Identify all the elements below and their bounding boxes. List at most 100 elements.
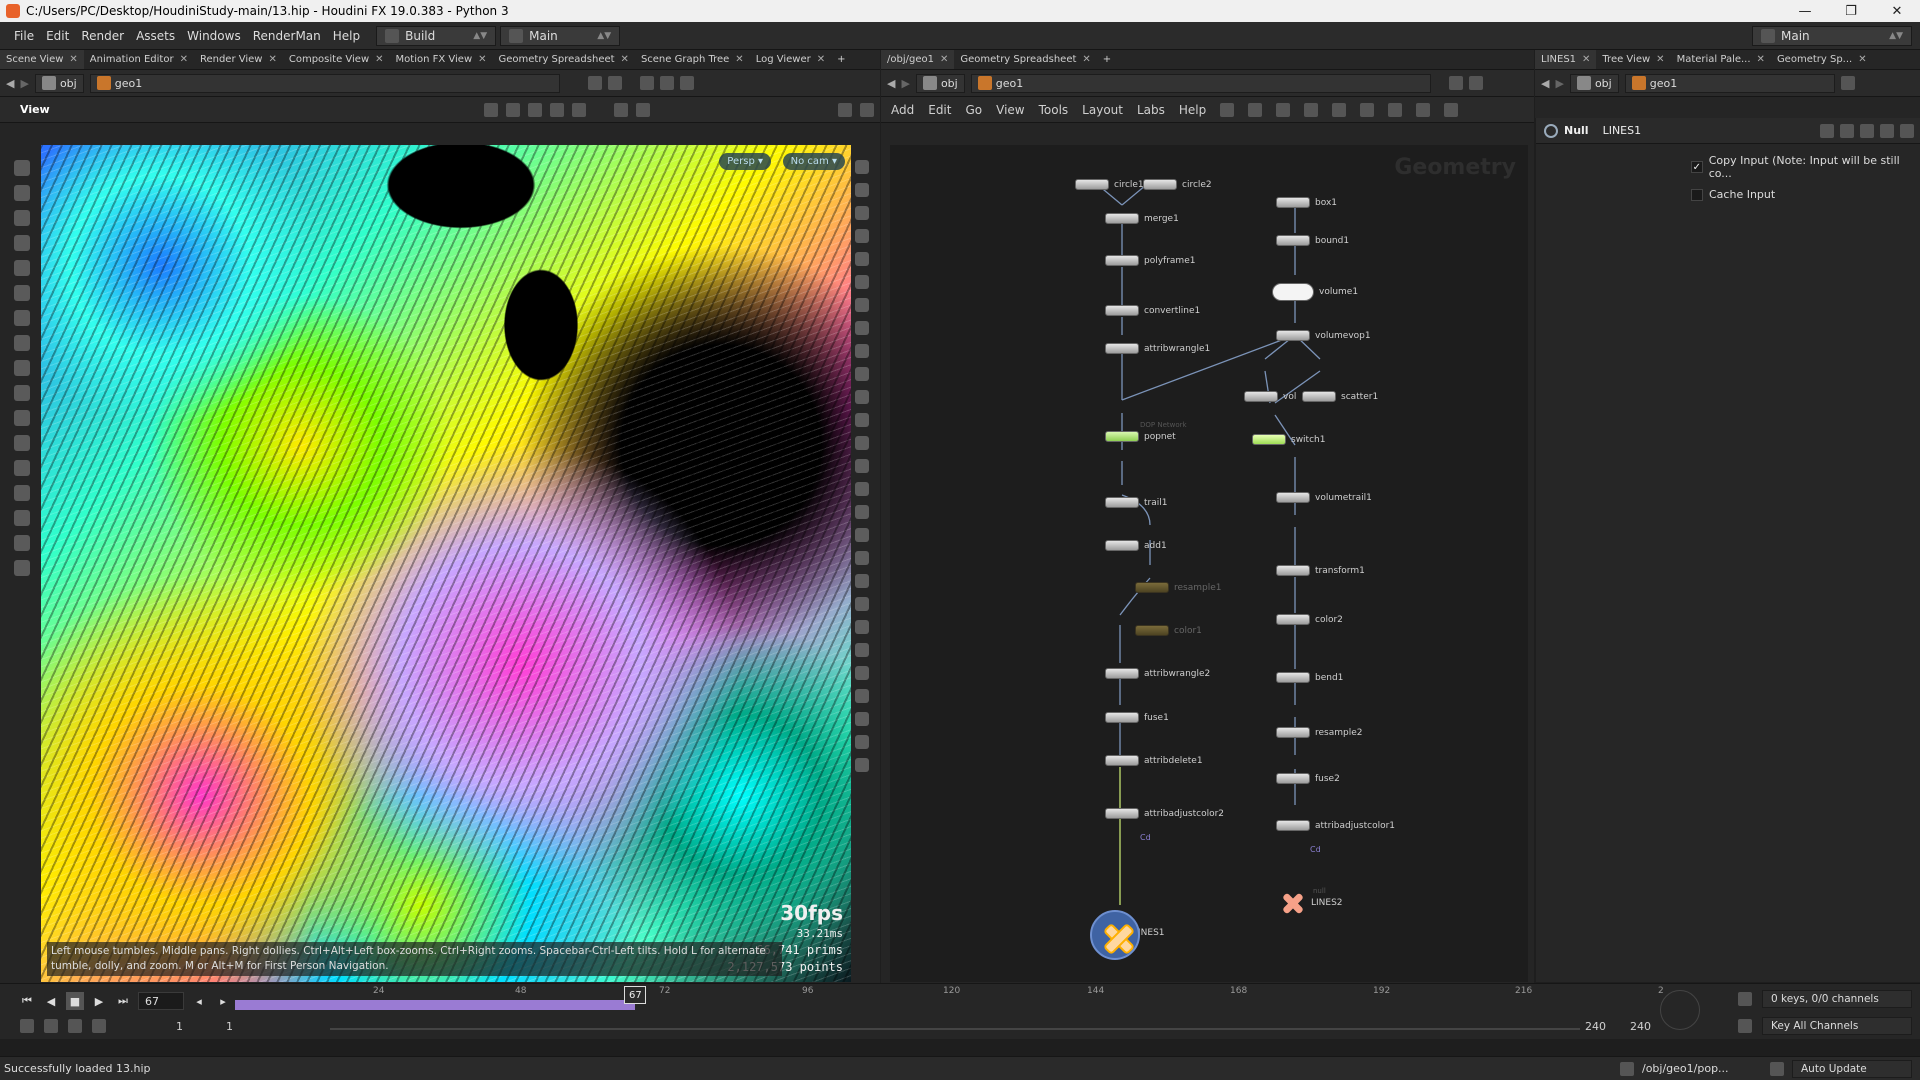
jump-start-icon[interactable]: ⏮ <box>18 992 36 1010</box>
hscript-icon[interactable] <box>1840 123 1854 138</box>
tree-icon[interactable] <box>1248 102 1263 117</box>
desktop-build-select[interactable]: Build ▲▼ <box>376 25 497 46</box>
desktop-main-select[interactable]: Main ▲▼ <box>500 25 621 46</box>
tool-pose-icon[interactable] <box>14 310 30 326</box>
node-attribdelete1[interactable]: attribdelete1 <box>1105 755 1203 766</box>
node-lines2[interactable]: LINES2 <box>1280 890 1343 916</box>
node-volume1[interactable]: volume1 <box>1272 283 1358 301</box>
node-volumetrail1[interactable]: volumetrail1 <box>1276 492 1372 503</box>
pin-icon[interactable] <box>587 76 602 90</box>
tab-render-view[interactable]: Render View ✕ <box>194 50 283 69</box>
help-icon-2[interactable] <box>1900 123 1914 138</box>
tab-geometry-spreadsheet-3[interactable]: Geometry Sp... ✕ <box>1771 50 1873 69</box>
step-forward-icon[interactable]: ▸ <box>214 992 232 1010</box>
tab-obj-geo1[interactable]: /obj/geo1 ✕ <box>881 50 955 69</box>
node-circle1[interactable]: circle1 <box>1075 179 1144 190</box>
timeline-ruler[interactable]: 24 48 72 96 120 144 168 192 216 2 67 <box>235 984 1665 1012</box>
layout-icon[interactable] <box>639 76 654 90</box>
tool-scale-icon[interactable] <box>14 235 30 251</box>
pin-icon-3[interactable] <box>1840 76 1855 90</box>
forward-icon-3[interactable]: ▶ <box>1555 77 1563 90</box>
node-bend1[interactable]: bend1 <box>1276 672 1343 683</box>
hatch-icon[interactable] <box>855 597 869 611</box>
path-obj-button-3[interactable]: obj <box>1569 73 1619 93</box>
tab-scene-graph-tree[interactable]: Scene Graph Tree ✕ <box>635 50 750 69</box>
menu-assets[interactable]: Assets <box>130 29 181 43</box>
node-fuse1[interactable]: fuse1 <box>1105 712 1169 723</box>
tool-handle-icon[interactable] <box>14 260 30 276</box>
node-trail1[interactable]: trail1 <box>1105 497 1167 508</box>
back-icon-3[interactable]: ◀ <box>1541 77 1549 90</box>
zoom-icon[interactable] <box>1416 102 1431 117</box>
menu-renderman[interactable]: RenderMan <box>247 29 327 43</box>
help-icon[interactable] <box>860 102 874 117</box>
corner-icon[interactable] <box>855 574 869 588</box>
template-icon[interactable] <box>855 390 869 404</box>
node-box1[interactable]: box1 <box>1276 197 1337 208</box>
net-menu-labs[interactable]: Labs <box>1137 103 1165 117</box>
ghost-icon[interactable] <box>855 275 869 289</box>
camera-icon[interactable] <box>659 76 674 90</box>
3d-viewport[interactable]: Persp ▾ No cam ▾ 30fps 33.21ms 66,741 pr… <box>41 145 851 982</box>
node-attribwrangle2[interactable]: attribwrangle2 <box>1105 668 1210 679</box>
loop-icon[interactable] <box>68 1019 82 1033</box>
pin-icon-2[interactable] <box>1448 76 1463 90</box>
node-transform1[interactable]: transform1 <box>1276 565 1365 576</box>
curve-icon[interactable] <box>855 459 869 473</box>
jump-end-icon[interactable]: ⏭ <box>114 992 132 1010</box>
prims-mode-icon[interactable] <box>550 102 564 117</box>
select-mode-icon[interactable] <box>484 102 498 117</box>
menu-edit[interactable]: Edit <box>40 29 75 43</box>
net-menu-add[interactable]: Add <box>891 103 914 117</box>
tab-composite-view[interactable]: Composite View ✕ <box>283 50 390 69</box>
range-start2-field[interactable]: 1 <box>226 1020 256 1033</box>
image-icon[interactable] <box>855 735 869 749</box>
stack-icon[interactable] <box>855 551 869 565</box>
vertices-mode-icon[interactable] <box>572 102 586 117</box>
tool-paint-icon[interactable] <box>14 435 30 451</box>
menu-windows[interactable]: Windows <box>181 29 247 43</box>
link-icon[interactable] <box>607 76 622 90</box>
tool-lasso-icon[interactable] <box>14 410 30 426</box>
tab-geometry-spreadsheet-2[interactable]: Geometry Spreadsheet ✕ <box>954 50 1096 69</box>
axis-icon[interactable] <box>855 689 869 703</box>
wrench-icon[interactable] <box>1220 102 1235 117</box>
backface-icon[interactable] <box>855 413 869 427</box>
auto-key-dial[interactable] <box>1660 990 1700 1030</box>
path-geo-button[interactable]: geo1 <box>89 73 560 93</box>
add-tab-button[interactable]: + <box>831 50 851 69</box>
tool-grid-icon[interactable] <box>14 510 30 526</box>
range-end2-field[interactable]: 240 <box>1630 1020 1651 1033</box>
path-obj-button[interactable]: obj <box>34 73 84 93</box>
wireframe-icon[interactable] <box>855 183 869 197</box>
persp-menu-button[interactable]: Persp ▾ <box>719 153 771 170</box>
tab-tree-view[interactable]: Tree View ✕ <box>1596 50 1670 69</box>
box-icon[interactable] <box>855 712 869 726</box>
net-menu-edit[interactable]: Edit <box>928 103 951 117</box>
info-icon[interactable] <box>1880 123 1894 138</box>
gear-icon[interactable] <box>1820 123 1834 138</box>
node-bound1[interactable]: bound1 <box>1276 235 1349 246</box>
tab-motion-fx-view[interactable]: Motion FX View ✕ <box>390 50 493 69</box>
tool-brush-icon[interactable] <box>14 335 30 351</box>
display-icon[interactable] <box>855 160 869 174</box>
normals-icon[interactable] <box>855 298 869 312</box>
node-convertline1[interactable]: convertline1 <box>1105 305 1200 316</box>
node-merge1[interactable]: merge1 <box>1105 213 1179 224</box>
range-icon[interactable] <box>92 1019 106 1033</box>
node-color1[interactable]: color1 <box>1135 625 1202 636</box>
path-geo-button-3[interactable]: geo1 <box>1624 73 1835 93</box>
lighting-icon[interactable] <box>855 229 869 243</box>
tab-animation-editor[interactable]: Animation Editor ✕ <box>84 50 194 69</box>
points-mode-icon[interactable] <box>506 102 520 117</box>
guide-icon[interactable] <box>855 367 869 381</box>
edges-mode-icon[interactable] <box>528 102 542 117</box>
list-icon[interactable] <box>1276 102 1291 117</box>
menu-render[interactable]: Render <box>75 29 130 43</box>
camera-net-icon[interactable] <box>1444 102 1459 117</box>
tool-move-icon[interactable] <box>14 185 30 201</box>
range-start-field[interactable]: 1 <box>176 1020 216 1033</box>
path-obj-button-2[interactable]: obj <box>915 73 965 93</box>
play-reverse-icon[interactable]: ◀ <box>42 992 60 1010</box>
dot-icon[interactable] <box>855 436 869 450</box>
